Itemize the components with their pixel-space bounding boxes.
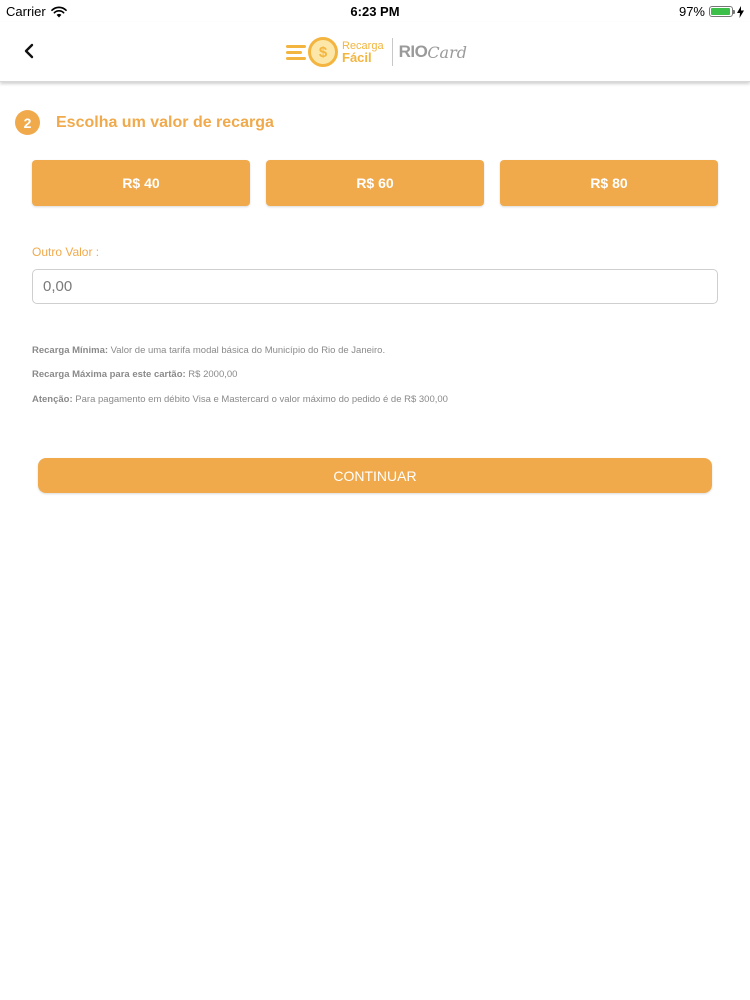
info-text: R$ 2000,00 [185, 369, 238, 380]
charging-icon [737, 5, 744, 18]
continue-button[interactable]: CONTINUAR [38, 458, 712, 493]
logo-separator [391, 38, 393, 66]
info-label: Atenção: [32, 394, 73, 405]
battery-fill [711, 8, 731, 15]
status-bar: Carrier 6:23 PM 97% [0, 0, 750, 22]
coin-icon: $ [308, 37, 338, 67]
back-button[interactable] [14, 36, 44, 66]
navigation-bar: $ Recarga Fácil RIO Card [0, 22, 750, 82]
info-label: Recarga Máxima para este cartão: [32, 369, 186, 380]
battery-info: 97% [679, 4, 744, 19]
logo-brand-rio: RIO [398, 42, 428, 61]
recarga-facil-riocard-logo: $ Recarga Fácil RIO Card [286, 32, 467, 72]
amount-button-60[interactable]: R$ 60 [266, 160, 484, 206]
info-text: Para pagamento em débito Visa e Masterca… [72, 394, 448, 405]
logo-text: Recarga Fácil [342, 41, 384, 65]
status-time: 6:23 PM [350, 4, 400, 19]
logo-line2: Fácil [342, 50, 372, 65]
info-max-recharge: Recarga Máxima para este cartão: R$ 2000… [32, 369, 237, 380]
step-title: Escolha um valor de recarga [56, 113, 274, 131]
other-value-label: Outro Valor : [32, 245, 100, 259]
step-number-badge: 2 [15, 110, 40, 135]
info-text: Valor de uma tarifa modal básica do Muni… [108, 345, 386, 356]
chevron-left-icon [24, 43, 34, 59]
battery-percent: 97% [678, 4, 705, 19]
info-attention: Atenção: Para pagamento em débito Visa e… [32, 394, 448, 405]
info-label: Recarga Mínima: [32, 345, 109, 356]
amount-button-80[interactable]: R$ 80 [500, 160, 718, 206]
battery-cap [733, 10, 735, 14]
battery-icon [709, 6, 735, 17]
info-min-recharge: Recarga Mínima: Valor de uma tarifa moda… [32, 345, 385, 356]
logo-speed-lines [286, 44, 306, 60]
other-value-input[interactable] [32, 269, 718, 304]
step-header: 2 Escolha um valor de recarga [15, 110, 274, 135]
amount-button-40[interactable]: R$ 40 [32, 160, 250, 206]
logo-brand-card: Card [427, 42, 467, 62]
